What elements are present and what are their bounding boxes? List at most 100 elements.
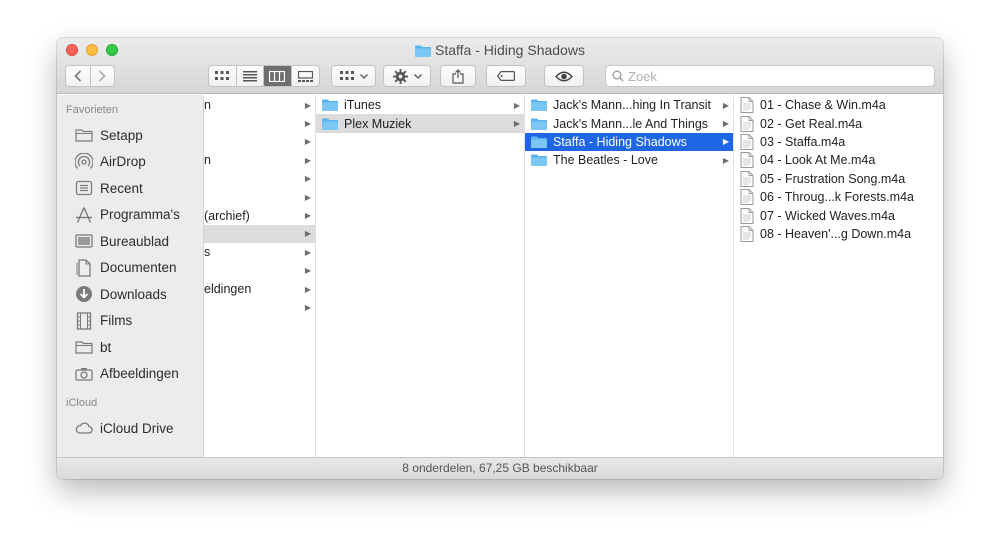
sidebar-item-downloads[interactable]: Downloads [57,281,203,308]
disclosure-arrow-icon: ▶ [304,284,311,294]
list-item[interactable]: ▶ [204,170,315,188]
row-label: 08 - Heaven'...g Down.m4a [760,226,912,241]
file-item[interactable]: 06 - Throug...k Forests.m4a [734,188,943,206]
sidebar-item-setapp[interactable]: Setapp [57,122,203,149]
folder-item[interactable]: Jack's Mann...le And Things ▶ [525,114,733,132]
search-placeholder: Zoek [628,68,657,84]
sidebar-item-afbeeldingen[interactable]: Afbeeldingen [57,361,203,388]
file-item[interactable]: 03 - Staffa.m4a [734,133,943,151]
sidebar-item-label: Films [100,313,133,329]
file-item[interactable]: 05 - Frustration Song.m4a [734,170,943,188]
sidebar-item-programma-s[interactable]: Programma's [57,202,203,229]
folder-icon [531,154,547,167]
view-icons-button[interactable] [209,66,237,86]
row-label: 07 - Wicked Waves.m4a [760,208,895,223]
disclosure-arrow-icon: ▶ [304,100,311,110]
file-item[interactable]: 02 - Get Real.m4a [734,114,943,132]
row-label: n [204,98,211,113]
recent-icon [75,179,93,197]
folder-icon [531,99,547,112]
audio-file-icon [740,170,754,187]
row-label: Staffa - Hiding Shadows [553,134,687,149]
row-label: Plex Muziek [344,116,412,131]
file-item[interactable]: 07 - Wicked Waves.m4a [734,206,943,224]
films-icon [75,312,93,330]
view-columns-button[interactable] [264,66,292,86]
folder-icon [322,118,338,130]
list-item[interactable]: ▶ [204,133,315,151]
icon-grid-icon [215,71,230,80]
row-label: iTunes [344,98,382,113]
list-item[interactable]: (archief) ▶ [204,206,315,224]
tags-button[interactable] [486,65,526,87]
window-title-text: Staffa - Hiding Shadows [435,42,585,58]
row-label: 02 - Get Real.m4a [760,116,863,131]
file-item[interactable]: 01 - Chase & Win.m4a [734,96,943,114]
audio-file-icon [740,189,754,206]
chevron-right-icon [99,70,106,82]
list-item[interactable]: n ▶ [204,96,315,114]
list-item[interactable]: ▶ [204,188,315,206]
row-label: 01 - Chase & Win.m4a [760,98,886,113]
action-button[interactable] [383,65,431,87]
sidebar-section-header: Favorieten [66,104,118,116]
folder-item[interactable]: The Beatles - Love ▶ [525,151,733,169]
list-item[interactable]: s ▶ [204,243,315,261]
window-title: Staffa - Hiding Shadows [57,41,943,59]
sidebar-item-recent[interactable]: Recent [57,175,203,202]
sidebar-item-label: iCloud Drive [100,420,174,436]
column-4: 01 - Chase & Win.m4a 02 - Get Real.m4a 03 … [734,95,943,457]
folder-icon [75,338,93,356]
folder-item[interactable]: Staffa - Hiding Shadows ▶ [525,132,733,152]
quicklook-button[interactable] [544,65,584,87]
view-gallery-button[interactable] [292,66,319,86]
row-label: eldingen [204,282,252,297]
sidebar-item-documenten[interactable]: Documenten [57,255,203,282]
list-item[interactable]: ▶ [204,298,315,316]
sidebar-item-films[interactable]: Films [57,308,203,335]
disclosure-arrow-icon: ▶ [513,100,520,110]
sidebar-item-bureaublad[interactable]: Bureaublad [57,228,203,255]
titlebar: Staffa - Hiding Shadows Zoek [57,38,943,94]
search-icon [612,70,624,82]
cloud-icon [75,419,93,437]
group-grid-icon [339,71,354,80]
gear-icon [392,68,408,84]
back-button[interactable] [66,66,91,86]
sidebar-item-label: Setapp [100,127,143,143]
row-label: 05 - Frustration Song.m4a [760,171,906,186]
sidebar-item-bt[interactable]: bt [57,334,203,361]
sidebar-item-icloud-drive[interactable]: iCloud Drive [57,415,203,442]
sidebar-section-header: iCloud [66,397,98,409]
file-item[interactable]: 08 - Heaven'...g Down.m4a [734,225,943,243]
disclosure-arrow-icon: ▶ [304,192,311,202]
list-item[interactable]: eldingen ▶ [204,280,315,298]
list-item[interactable]: ▶ [204,224,315,244]
disclosure-arrow-icon: ▶ [304,211,311,221]
forward-button[interactable] [91,66,115,86]
list-item[interactable]: ▶ [204,114,315,132]
share-button[interactable] [440,65,476,87]
audio-file-icon [740,115,754,132]
sidebar-item-label: Afbeeldingen [100,366,179,382]
tag-icon [497,71,515,81]
folder-item[interactable]: Jack's Mann...hing In Transit ▶ [525,96,733,114]
sidebar-item-label: Downloads [100,286,167,302]
disclosure-arrow-icon: ▶ [304,137,311,147]
column-2: iTunes ▶ Plex Muziek ▶ [316,95,525,457]
row-label: 06 - Throug...k Forests.m4a [760,190,914,205]
camera-icon [75,365,93,383]
chevron-left-icon [74,70,81,82]
folder-item[interactable]: iTunes ▶ [316,96,524,114]
status-bar: 8 onderdelen, 67,25 GB beschikbaar [57,457,943,479]
audio-file-icon [740,152,754,169]
view-list-button[interactable] [237,66,264,86]
group-by-button[interactable] [331,65,376,87]
list-item[interactable]: ▶ [204,262,315,280]
list-item[interactable]: n ▶ [204,151,315,169]
search-input[interactable]: Zoek [605,65,935,87]
file-item[interactable]: 04 - Look At Me.m4a [734,151,943,169]
folder-item[interactable]: Plex Muziek ▶ [316,114,524,133]
finder-window: Staffa - Hiding Shadows Zoek Favorieten … [57,38,943,479]
sidebar-item-airdrop[interactable]: AirDrop [57,149,203,176]
